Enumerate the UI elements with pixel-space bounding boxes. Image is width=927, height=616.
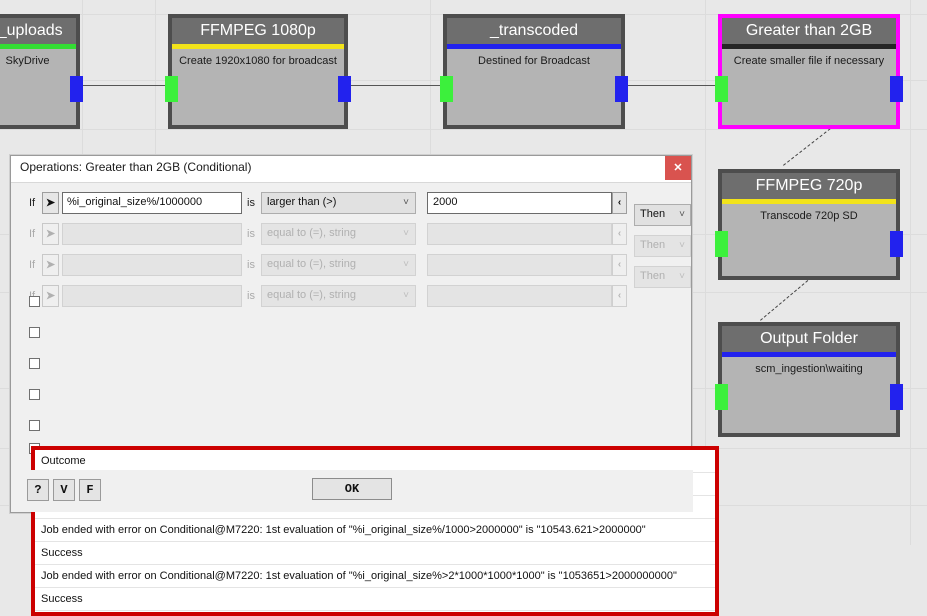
node-input-port[interactable] (715, 384, 728, 410)
condition-row[interactable]: If➤isequal to (=), string˅‹ (11, 283, 693, 313)
is-label: is (247, 290, 255, 302)
node-input-port[interactable] (715, 76, 728, 102)
back-arrow-icon[interactable]: ‹ (612, 223, 627, 245)
node-title: FFMPEG 1080p (172, 18, 344, 44)
outcome-row: Success (35, 588, 715, 611)
node-output-port[interactable] (890, 231, 903, 257)
chevron-down-icon: ˅ (403, 259, 409, 270)
back-arrow-icon[interactable]: ‹ (612, 285, 627, 307)
workflow-node[interactable]: Output Folder scm_ingestion\waiting (715, 322, 903, 437)
workflow-node[interactable]: FFMPEG 720p Transcode 720p SD (715, 169, 903, 280)
connector-wire-branch (760, 273, 816, 321)
connector-wire (80, 85, 170, 86)
node-subtitle: scm_ingestion\waiting (755, 363, 863, 375)
chevron-down-icon: ˅ (679, 209, 685, 220)
workflow-node[interactable]: _transcoded Destined for Broadcast (440, 14, 628, 129)
value-input[interactable] (427, 254, 612, 276)
expand-arrow-icon[interactable]: ➤ (42, 285, 59, 307)
close-icon[interactable]: ✕ (665, 156, 691, 180)
expand-arrow-icon[interactable]: ➤ (42, 223, 59, 245)
is-label: is (247, 197, 255, 209)
then-select[interactable]: Then ˅ (634, 204, 691, 226)
expand-arrow-icon[interactable]: ➤ (42, 254, 59, 276)
outcome-row: Job ended with error on Conditional@M722… (35, 519, 715, 542)
chevron-down-icon: ˅ (403, 290, 409, 301)
ok-button[interactable]: OK (312, 478, 392, 500)
workflow-node[interactable]: Greater than 2GB Create smaller file if n… (715, 14, 903, 129)
value-input[interactable]: 2000 (427, 192, 612, 214)
node-output-port[interactable] (890, 76, 903, 102)
condition-row[interactable]: If ➤ %i_original_size%/1000000 is larger tha… (11, 190, 693, 220)
node-subtitle: SkyDrive (5, 55, 50, 67)
operator-select[interactable]: equal to (=), string ˅ (261, 223, 416, 245)
validate-button[interactable]: V (53, 479, 75, 501)
node-input-port[interactable] (440, 76, 453, 102)
condition-row[interactable]: If ➤ is equal to (=), string˅ ‹ (11, 252, 693, 282)
node-title: _transcoded (447, 18, 621, 44)
row-checkbox[interactable] (29, 389, 40, 400)
expand-arrow-icon[interactable]: ➤ (42, 192, 59, 214)
is-label: is (247, 259, 255, 271)
then-select[interactable]: Then ˅ (634, 235, 691, 257)
node-input-port[interactable] (165, 76, 178, 102)
node-output-port[interactable] (70, 76, 83, 102)
node-input-port[interactable] (715, 231, 728, 257)
operator-select[interactable]: equal to (=), string ˅ (261, 254, 416, 276)
expression-input[interactable] (62, 254, 242, 276)
workflow-node[interactable]: r_uploads SkyDrive (0, 14, 83, 129)
outcome-row: Job ended with error on Conditional@M722… (35, 611, 715, 612)
node-title: Greater than 2GB (722, 18, 896, 44)
expression-input[interactable] (62, 223, 242, 245)
value-input[interactable] (427, 223, 612, 245)
connector-wire (623, 85, 720, 86)
grid-line (0, 129, 927, 130)
node-output-port[interactable] (615, 76, 628, 102)
dialog-titlebar: Operations: Greater than 2GB (Conditiona… (11, 156, 691, 183)
chevron-down-icon: ˅ (679, 271, 685, 282)
value-input[interactable] (427, 285, 612, 307)
operations-dialog[interactable]: Operations: Greater than 2GB (Conditiona… (10, 155, 719, 616)
chevron-down-icon: ˅ (403, 228, 409, 239)
row-checkbox[interactable] (29, 420, 40, 431)
dialog-footer: ? V F OK (11, 470, 693, 512)
then-select[interactable]: Then ˅ (634, 266, 691, 288)
operator-select[interactable]: equal to (=), string ˅ (261, 285, 416, 307)
back-arrow-icon[interactable]: ‹ (612, 192, 627, 214)
workflow-node[interactable]: FFMPEG 1080p Create 1920x1080 for broadca… (165, 14, 351, 129)
node-subtitle: Transcode 720p SD (760, 210, 858, 222)
node-subtitle: Create 1920x1080 for broadcast (179, 55, 337, 67)
node-output-port[interactable] (890, 384, 903, 410)
chevron-down-icon: ˅ (679, 240, 685, 251)
row-checkbox[interactable] (29, 358, 40, 369)
if-label: If (29, 259, 36, 271)
node-title: FFMPEG 720p (722, 173, 896, 199)
dialog-title: Operations: Greater than 2GB (Conditiona… (20, 160, 252, 174)
outcome-row: Job ended with error on Conditional@M722… (35, 565, 715, 588)
expression-input[interactable] (62, 285, 242, 307)
node-title: Output Folder (722, 326, 896, 352)
help-button[interactable]: ? (27, 479, 49, 501)
is-label: is (247, 228, 255, 240)
format-button[interactable]: F (79, 479, 101, 501)
row-checkbox[interactable] (29, 296, 40, 307)
operator-select[interactable]: larger than (>) ˅ (261, 192, 416, 214)
outcome-row: Success (35, 542, 715, 565)
node-subtitle: Destined for Broadcast (478, 55, 590, 67)
connector-wire (347, 85, 445, 86)
if-label: If (29, 228, 36, 240)
back-arrow-icon[interactable]: ‹ (612, 254, 627, 276)
expression-input[interactable]: %i_original_size%/1000000 (62, 192, 242, 214)
if-label: If (29, 197, 36, 209)
node-title: r_uploads (0, 18, 76, 44)
chevron-down-icon: ˅ (403, 197, 409, 208)
node-subtitle: Create smaller file if necessary (733, 55, 885, 67)
row-checkbox[interactable] (29, 327, 40, 338)
condition-row[interactable]: If ➤ is equal to (=), string˅ ‹ (11, 221, 693, 251)
node-output-port[interactable] (338, 76, 351, 102)
grid-line (910, 0, 911, 545)
